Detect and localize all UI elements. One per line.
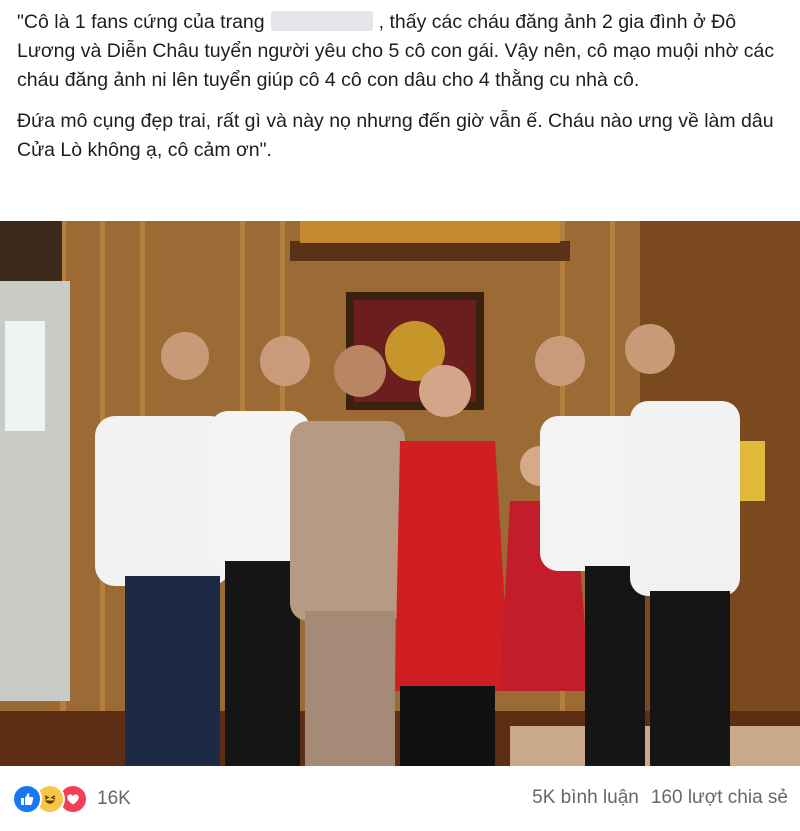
post-text: "Cô là 1 fans cứng của trang, thấy các c… [17,8,787,177]
shares-count-link[interactable]: 160 lượt chia sẻ [651,787,788,809]
like-icon [12,784,42,814]
blurred-page-name [270,11,373,31]
post-photo[interactable] [0,221,800,766]
post-text-part-1: "Cô là 1 fans cứng của trang [17,11,265,33]
reactions-summary[interactable]: 16K [12,784,131,814]
family-photo-illustration [0,221,800,766]
post-stats: 5K bình luận 160 lượt chia sẻ [532,787,788,809]
post-paragraph-2: Đứa mô cụng đẹp trai, rất gì và này nọ n… [17,110,774,161]
comments-count-link[interactable]: 5K bình luận [532,787,639,809]
reaction-count: 16K [97,788,131,809]
post-paragraph-1: "Cô là 1 fans cứng của trang, thấy các c… [17,8,787,95]
